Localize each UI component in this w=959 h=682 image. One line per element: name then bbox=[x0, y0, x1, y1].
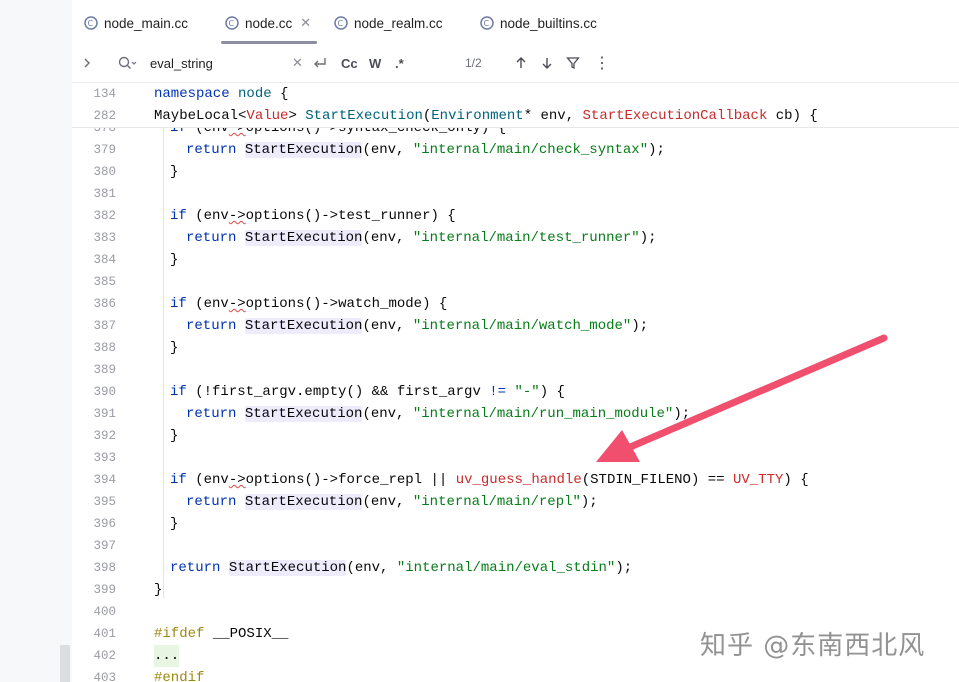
watermark: 知乎 @东南西北风 bbox=[700, 631, 926, 661]
annotation-arrow bbox=[596, 334, 888, 462]
